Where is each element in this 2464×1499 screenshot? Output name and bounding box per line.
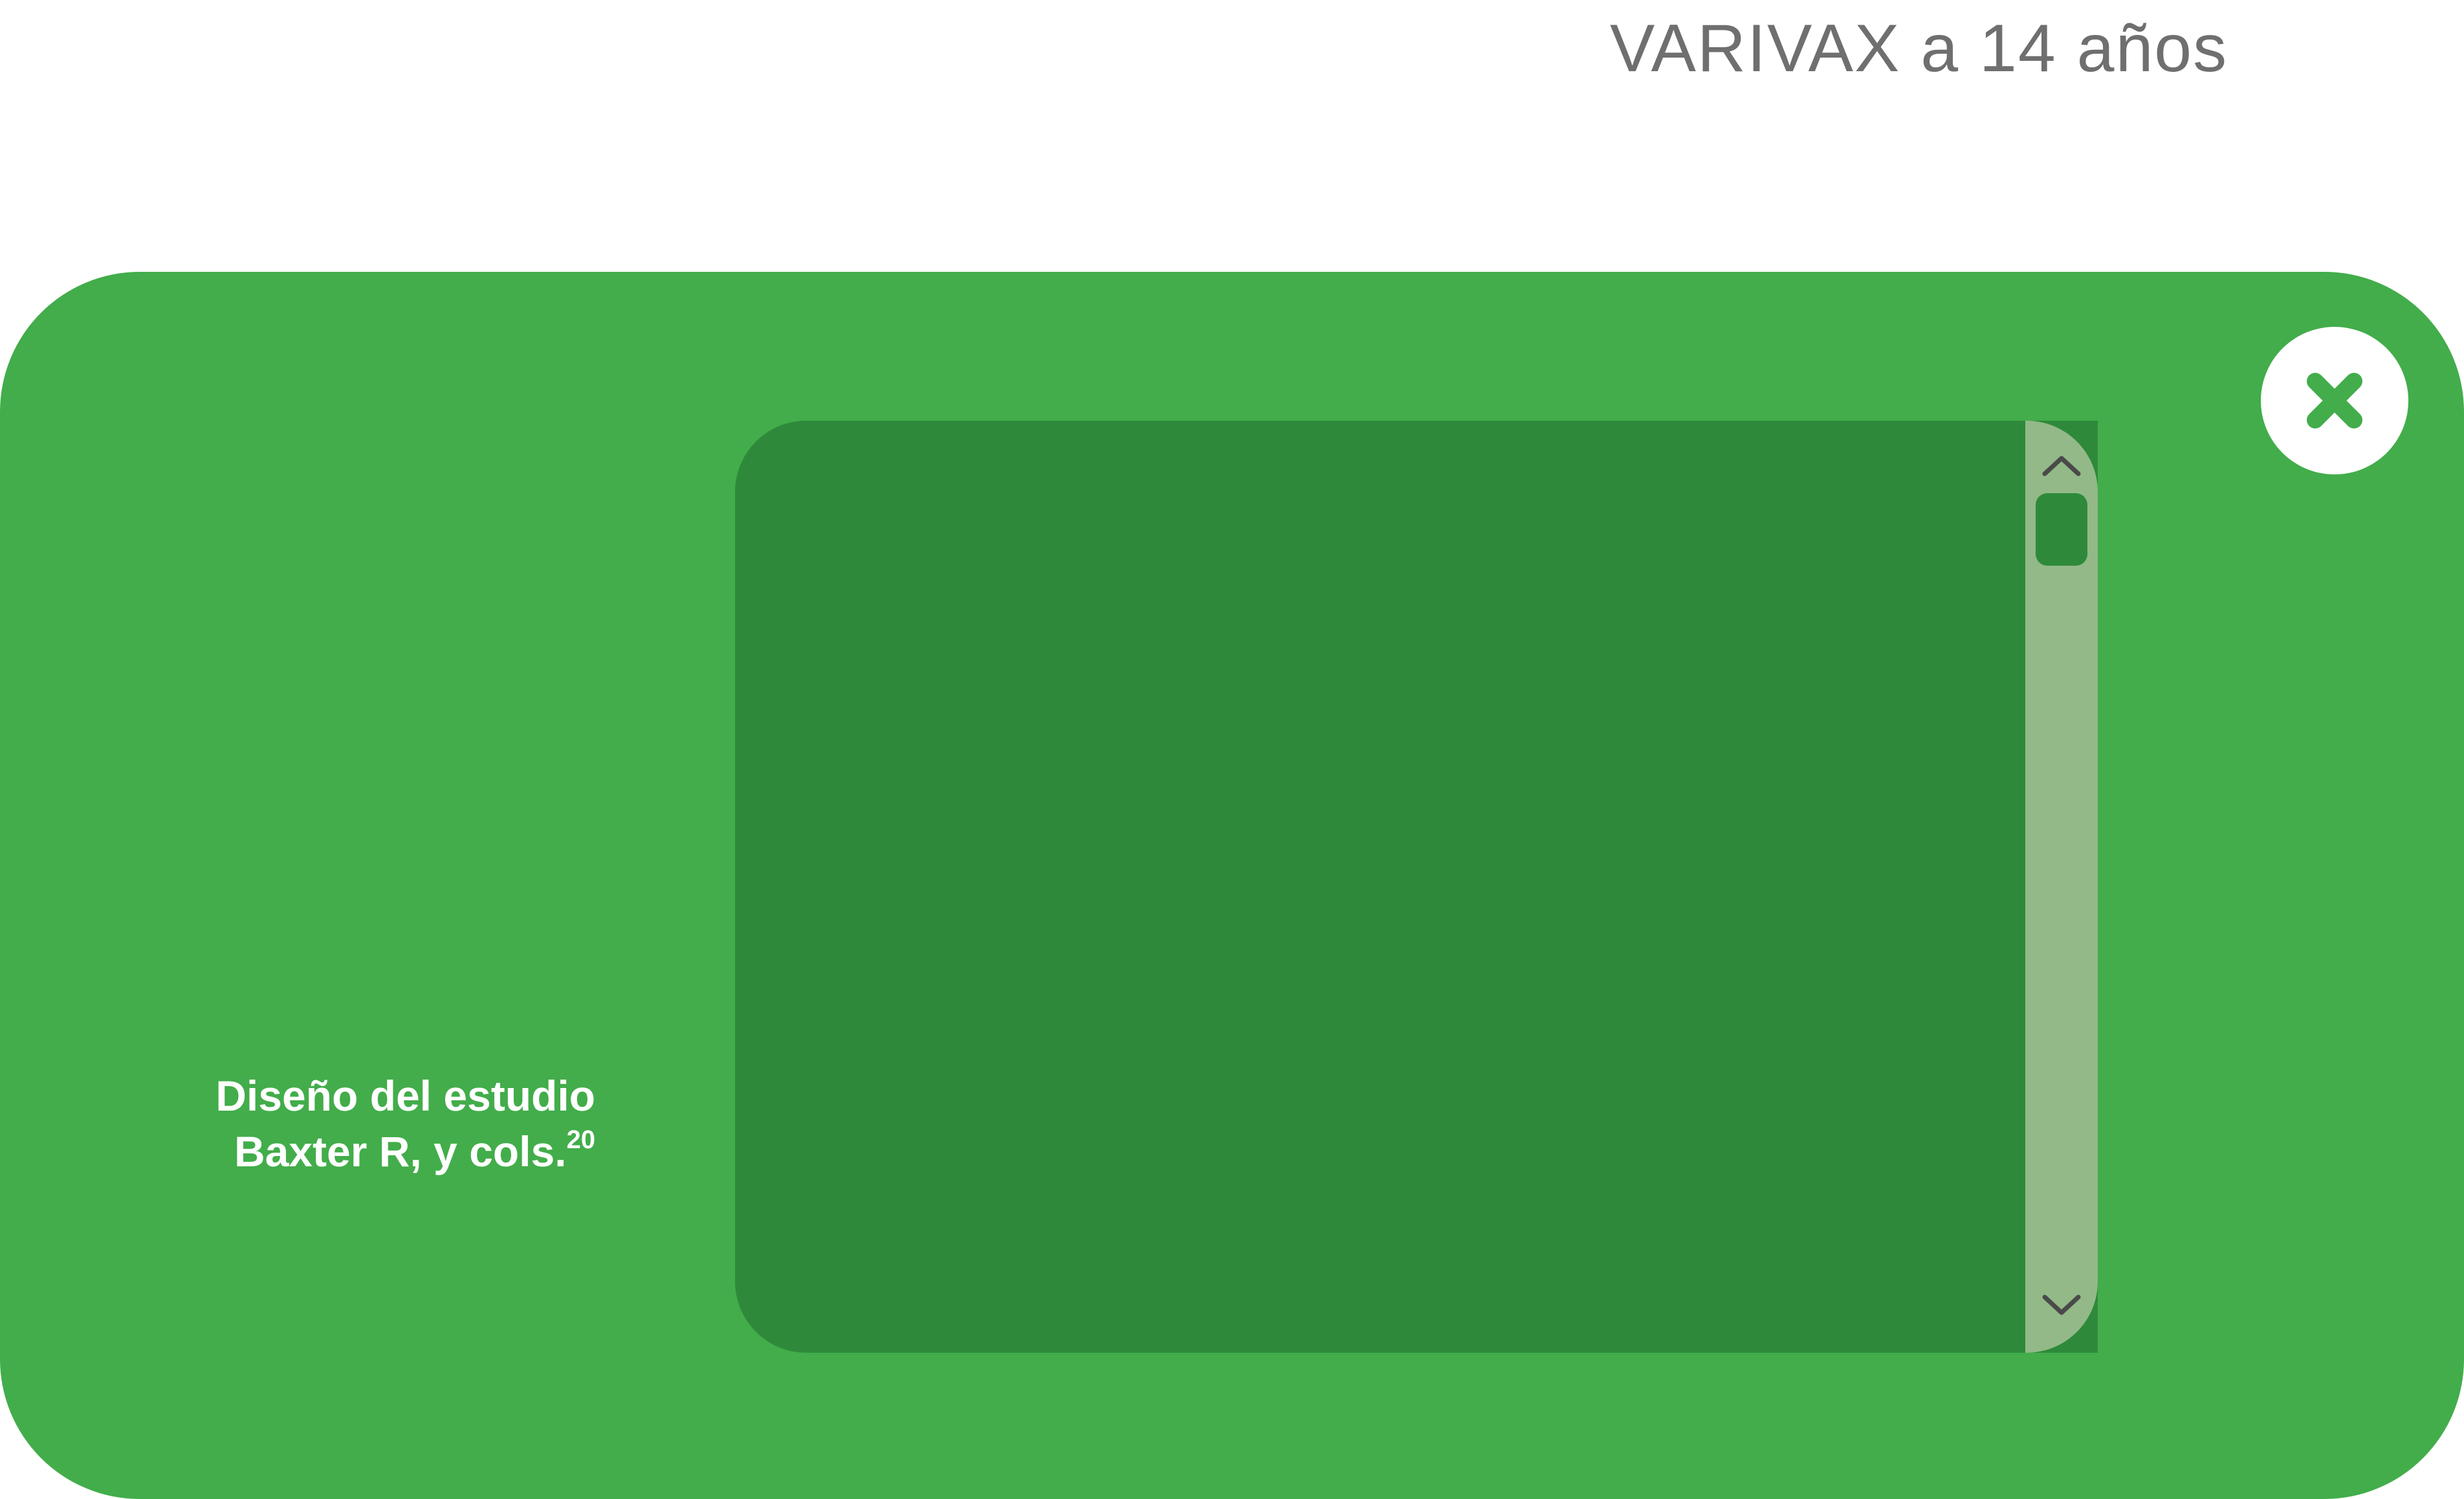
chevron-down-icon xyxy=(2042,1294,2081,1315)
close-button[interactable] xyxy=(2261,327,2408,474)
study-caption: Diseño del estudio Baxter R, y cols.20 xyxy=(116,1068,595,1179)
chevron-up-icon xyxy=(2042,456,2081,476)
scroll-thumb[interactable] xyxy=(2036,493,2087,566)
scroll-up-button[interactable] xyxy=(2025,447,2098,485)
page: VARIVAX a 14 años Diseño del estudio Bax… xyxy=(0,0,2464,1499)
caption-line-2: Baxter R, y cols.20 xyxy=(116,1124,595,1179)
close-icon xyxy=(2307,373,2362,428)
content-panel[interactable] xyxy=(735,421,2098,1353)
caption-author: Baxter R, y cols. xyxy=(234,1127,567,1175)
page-title: VARIVAX a 14 años xyxy=(1610,11,2228,86)
caption-line-1: Diseño del estudio xyxy=(215,1072,595,1120)
reference-number: 20 xyxy=(566,1126,596,1154)
scroll-down-button[interactable] xyxy=(2025,1285,2098,1324)
scrollbar[interactable] xyxy=(2025,421,2098,1353)
